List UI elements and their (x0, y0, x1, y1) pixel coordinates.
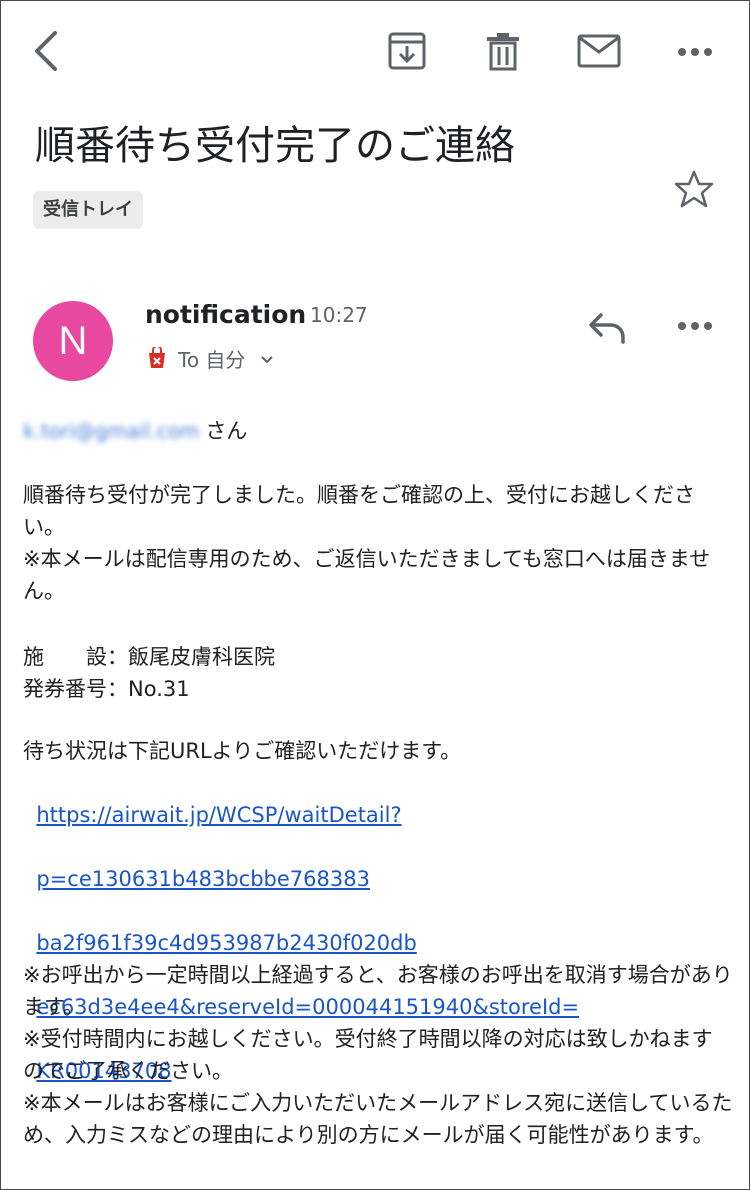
archive-icon[interactable] (387, 31, 427, 71)
reply-icon[interactable] (587, 311, 627, 345)
inbox-label-chip[interactable]: 受信トレイ (33, 191, 143, 229)
recipient-email[interactable]: k.tori@gmail.com (23, 415, 199, 447)
honorific: さん (205, 419, 248, 443)
ticket-number-line: 発券番号：No.31 (23, 677, 190, 701)
chevron-down-icon[interactable] (260, 355, 274, 365)
message-more-icon[interactable] (677, 321, 713, 331)
body-paragraph-1: 順番待ち受付が完了しました。順番をご確認の上、受付にお越しください。 ※本メール… (23, 483, 711, 603)
facility-line: 施 設：飯尾皮膚科医院 (23, 645, 275, 669)
link-line[interactable]: https://airwait.jp/WCSP/waitDetail? (36, 803, 401, 827)
sent-time: 10:27 (310, 303, 368, 327)
trash-icon[interactable] (485, 31, 521, 71)
more-icon[interactable] (677, 47, 713, 57)
mail-icon[interactable] (577, 34, 621, 68)
important-tag-icon (149, 347, 165, 368)
link-line[interactable]: ba2f961f39c4d953987b2430f020db (36, 931, 416, 955)
star-icon[interactable] (673, 169, 715, 209)
back-icon[interactable] (29, 29, 65, 73)
notes-paragraph: ※お呼出から一定時間以上経過すると、お客様のお呼出を取消す場合があります。 ※受… (23, 963, 733, 1147)
sender-name: notification (145, 300, 307, 329)
url-intro: 待ち状況は下記URLよりご確認いただけます。 (23, 739, 462, 763)
email-subject: 順番待ち受付完了のご連絡 (35, 123, 515, 169)
sender-avatar: N (33, 301, 113, 381)
top-toolbar (1, 1, 750, 101)
greeting-line: k.tori@gmail.com さん (23, 415, 733, 447)
recipient-line[interactable]: To 自分 (178, 345, 245, 375)
link-line[interactable]: p=ce130631b483bcbbe768383 (36, 867, 370, 891)
